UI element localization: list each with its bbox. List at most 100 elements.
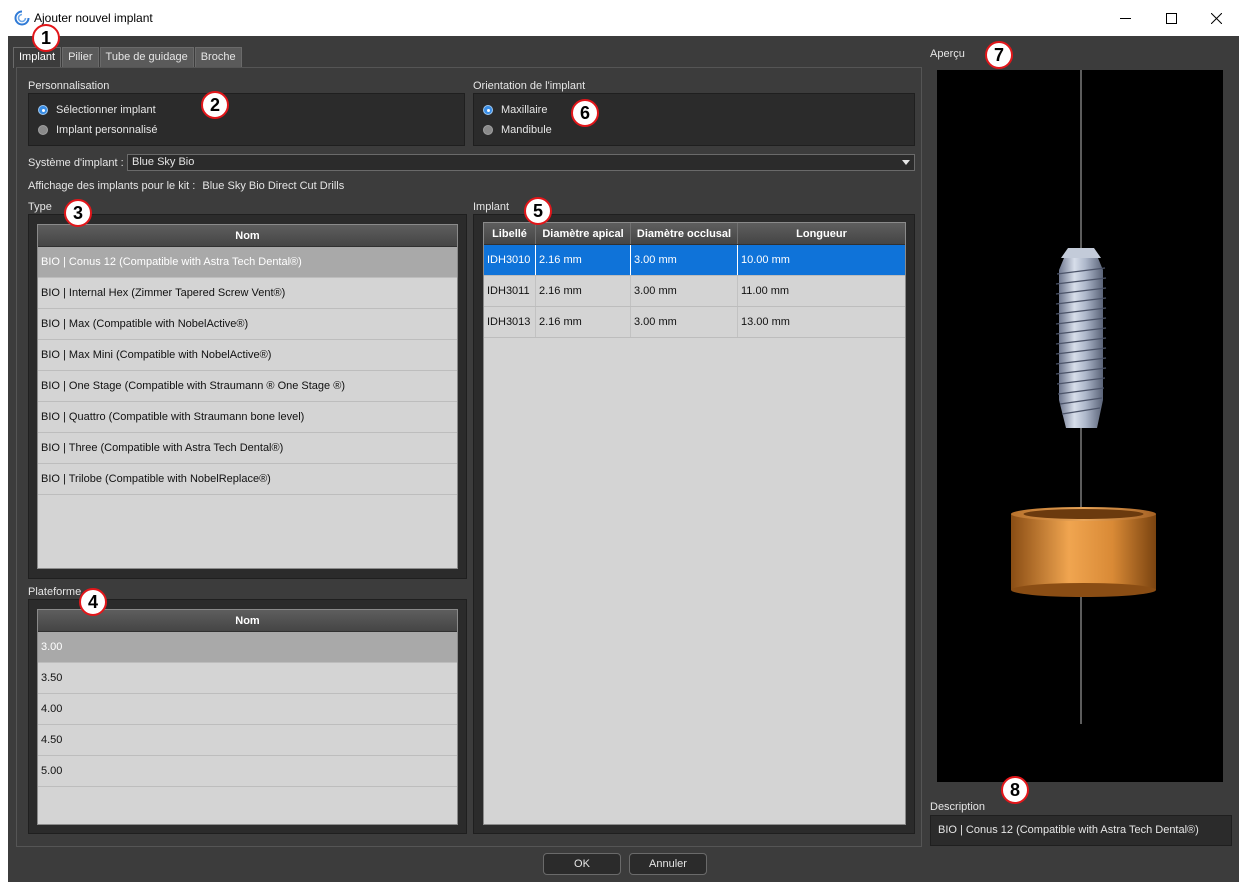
column-header-nom[interactable]: Nom bbox=[38, 225, 457, 246]
type-name: BIO | One Stage (Compatible with Strauma… bbox=[41, 380, 345, 392]
implant-preview-viewport[interactable] bbox=[937, 70, 1223, 782]
cancel-button[interactable]: Annuler bbox=[629, 853, 707, 875]
type-name: BIO | Internal Hex (Zimmer Tapered Screw… bbox=[41, 287, 286, 299]
systeme-select[interactable]: Blue Sky Bio bbox=[127, 154, 915, 171]
implant-libelle: IDH3010 bbox=[484, 245, 536, 275]
implant-diametre-occlusal: 3.00 mm bbox=[631, 307, 738, 337]
radio-selectionner-implant[interactable]: Sélectionner implant bbox=[38, 104, 156, 116]
table-row[interactable]: 4.50 bbox=[38, 725, 457, 756]
kit-info: Affichage des implants pour le kit : Blu… bbox=[28, 180, 344, 192]
radio-label: Maxillaire bbox=[501, 104, 548, 116]
table-row[interactable]: 4.00 bbox=[38, 694, 457, 725]
tab-pilier[interactable]: Pilier bbox=[62, 47, 99, 67]
column-header-longueur[interactable]: Longueur bbox=[738, 223, 905, 244]
description-field: BIO | Conus 12 (Compatible with Astra Te… bbox=[930, 815, 1232, 846]
table-row[interactable]: IDH3013 2.16 mm 3.00 mm 13.00 mm bbox=[484, 307, 905, 338]
callout-3: 3 bbox=[64, 199, 92, 227]
maximize-icon bbox=[1165, 12, 1177, 24]
type-table[interactable]: Nom BIO | Conus 12 (Compatible with Astr… bbox=[37, 224, 458, 569]
personnalisation-label: Personnalisation bbox=[28, 80, 110, 92]
apercu-label: Aperçu bbox=[930, 48, 965, 60]
tab-implant[interactable]: Implant bbox=[13, 47, 62, 68]
type-label: Type bbox=[28, 201, 52, 213]
implant-longueur: 10.00 mm bbox=[741, 254, 790, 266]
radio-unchecked-icon bbox=[38, 125, 48, 135]
tab-tube-de-guidage[interactable]: Tube de guidage bbox=[99, 47, 194, 67]
radio-checked-icon bbox=[483, 105, 493, 115]
radio-implant-personnalise[interactable]: Implant personnalisé bbox=[38, 124, 158, 136]
orientation-label: Orientation de l'implant bbox=[473, 80, 586, 92]
column-header-libelle[interactable]: Libellé bbox=[484, 223, 536, 244]
minimize-button[interactable] bbox=[1102, 0, 1148, 36]
implant-libelle: IDH3013 bbox=[484, 307, 536, 337]
plateforme-value: 4.00 bbox=[41, 703, 63, 715]
type-name: BIO | Three (Compatible with Astra Tech … bbox=[41, 442, 284, 454]
table-row[interactable]: 3.00 bbox=[38, 632, 457, 663]
ok-button[interactable]: OK bbox=[543, 853, 621, 875]
table-row[interactable]: IDH3010 2.16 mm 3.00 mm 10.00 mm bbox=[484, 245, 905, 276]
minimize-icon bbox=[1119, 17, 1131, 19]
systeme-label: Système d'implant : bbox=[28, 157, 124, 169]
guide-sleeve-icon bbox=[1011, 507, 1156, 597]
table-row[interactable]: BIO | Three (Compatible with Astra Tech … bbox=[38, 433, 457, 464]
callout-5: 5 bbox=[524, 197, 552, 225]
plateforme-value: 3.50 bbox=[41, 672, 63, 684]
radio-mandibule[interactable]: Mandibule bbox=[483, 124, 552, 136]
column-header-diametre-occlusal[interactable]: Diamètre occlusal bbox=[631, 223, 738, 244]
maximize-button[interactable] bbox=[1148, 0, 1194, 36]
radio-label: Mandibule bbox=[501, 124, 552, 136]
plateforme-table[interactable]: Nom 3.00 3.50 4.00 4.50 5.00 bbox=[37, 609, 458, 825]
implant-libelle: IDH3011 bbox=[484, 276, 536, 306]
title-bar: Ajouter nouvel implant bbox=[0, 0, 1239, 36]
table-row[interactable]: BIO | Max Mini (Compatible with NobelAct… bbox=[38, 340, 457, 371]
orientation-group bbox=[473, 93, 915, 146]
description-label: Description bbox=[930, 801, 986, 813]
implant-screw-icon bbox=[1055, 248, 1107, 428]
implant-diametre-apical: 2.16 mm bbox=[536, 307, 631, 337]
chevron-down-icon bbox=[902, 160, 910, 165]
radio-maxillaire[interactable]: Maxillaire bbox=[483, 104, 547, 116]
callout-4: 4 bbox=[79, 588, 107, 616]
implant-longueur: 11.00 mm bbox=[741, 285, 790, 297]
close-icon bbox=[1210, 12, 1222, 24]
table-row[interactable]: BIO | Conus 12 (Compatible with Astra Te… bbox=[38, 247, 457, 278]
callout-6: 6 bbox=[571, 99, 599, 127]
implant-table[interactable]: Libellé Diamètre apical Diamètre occlusa… bbox=[483, 222, 906, 825]
table-row[interactable]: BIO | Internal Hex (Zimmer Tapered Screw… bbox=[38, 278, 457, 309]
radio-checked-icon bbox=[38, 105, 48, 115]
callout-1: 1 bbox=[32, 24, 60, 52]
radio-label: Sélectionner implant bbox=[56, 104, 156, 116]
implant-longueur: 13.00 mm bbox=[741, 316, 790, 328]
tab-broche[interactable]: Broche bbox=[194, 47, 242, 67]
implant-diametre-occlusal: 3.00 mm bbox=[631, 245, 738, 275]
implant-diametre-apical: 2.16 mm bbox=[536, 276, 631, 306]
plateforme-value: 4.50 bbox=[41, 734, 63, 746]
type-name: BIO | Conus 12 (Compatible with Astra Te… bbox=[41, 256, 302, 268]
app-logo-icon bbox=[14, 10, 30, 26]
table-row[interactable]: BIO | Quattro (Compatible with Straumann… bbox=[38, 402, 457, 433]
implant-table-header: Libellé Diamètre apical Diamètre occlusa… bbox=[484, 223, 905, 245]
table-row[interactable]: IDH3011 2.16 mm 3.00 mm 11.00 mm bbox=[484, 276, 905, 307]
radio-unchecked-icon bbox=[483, 125, 493, 135]
implant-diametre-occlusal: 3.00 mm bbox=[631, 276, 738, 306]
callout-2: 2 bbox=[201, 91, 229, 119]
window-title: Ajouter nouvel implant bbox=[34, 11, 153, 25]
table-row[interactable]: 3.50 bbox=[38, 663, 457, 694]
type-table-header: Nom bbox=[38, 225, 457, 247]
close-button[interactable] bbox=[1193, 0, 1239, 36]
kit-info-value: Blue Sky Bio Direct Cut Drills bbox=[202, 180, 345, 192]
type-name: BIO | Trilobe (Compatible with NobelRepl… bbox=[41, 473, 271, 485]
type-name: BIO | Max Mini (Compatible with NobelAct… bbox=[41, 349, 272, 361]
table-row[interactable]: BIO | Max (Compatible with NobelActive®) bbox=[38, 309, 457, 340]
table-row[interactable]: BIO | Trilobe (Compatible with NobelRepl… bbox=[38, 464, 457, 495]
implant-label: Implant bbox=[473, 201, 510, 213]
systeme-value: Blue Sky Bio bbox=[132, 156, 195, 168]
column-header-diametre-apical[interactable]: Diamètre apical bbox=[536, 223, 631, 244]
plateforme-value: 5.00 bbox=[41, 765, 63, 777]
table-row[interactable]: BIO | One Stage (Compatible with Strauma… bbox=[38, 371, 457, 402]
callout-8: 8 bbox=[1001, 776, 1029, 804]
table-row[interactable]: 5.00 bbox=[38, 756, 457, 787]
type-name: BIO | Max (Compatible with NobelActive®) bbox=[41, 318, 249, 330]
implant-3d-model bbox=[1011, 70, 1156, 724]
radio-label: Implant personnalisé bbox=[56, 124, 158, 136]
